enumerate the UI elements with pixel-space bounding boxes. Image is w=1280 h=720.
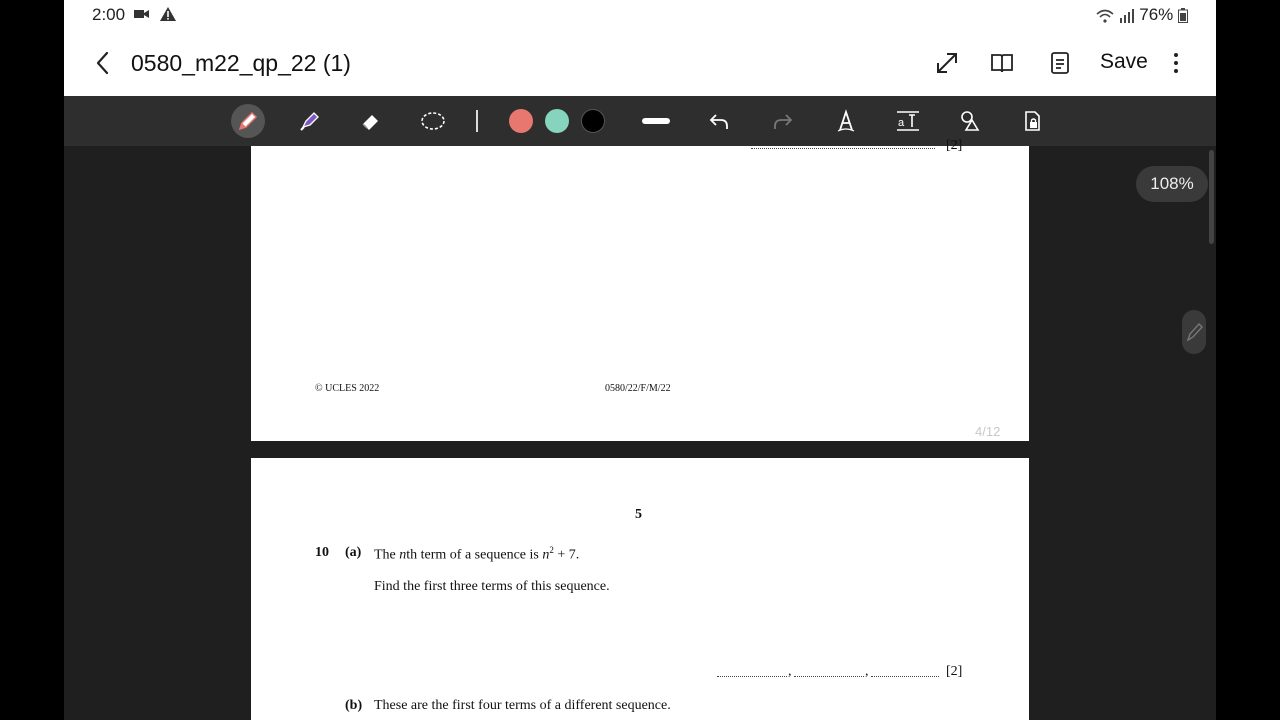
stroke-width-icon xyxy=(642,118,670,124)
part-a-mark: [2] xyxy=(946,664,963,679)
handwriting-text-button[interactable] xyxy=(829,104,863,138)
pen-tool-button[interactable] xyxy=(231,104,265,138)
part-a-text-mid: th term of a sequence is xyxy=(406,547,543,563)
page-number: 5 xyxy=(635,507,642,522)
undo-button[interactable] xyxy=(702,104,736,138)
vertical-scrollbar[interactable] xyxy=(1209,150,1214,244)
answer-separator-1: , xyxy=(788,664,792,679)
color-swatch-salmon[interactable] xyxy=(509,109,533,133)
warning-icon xyxy=(159,6,176,21)
svg-text:a: a xyxy=(898,117,905,129)
shapes-icon xyxy=(961,111,980,131)
lock-document-icon xyxy=(1025,111,1040,131)
part-b-label: (b) xyxy=(345,698,363,713)
text-box-button[interactable]: a xyxy=(891,104,925,138)
page-indicator: 4/12 xyxy=(975,424,1001,439)
lasso-tool-button[interactable] xyxy=(416,104,450,138)
annotation-toolbar: a xyxy=(64,96,1216,146)
document-outline-icon[interactable] xyxy=(1047,50,1073,76)
paper-code-footer: 0580/22/F/M/22 xyxy=(605,383,671,394)
status-right: 76% xyxy=(1096,5,1188,25)
more-options-icon[interactable] xyxy=(1168,50,1184,76)
redo-icon xyxy=(774,114,793,129)
app-bar: 0580_m22_qp_22 (1) Save xyxy=(64,30,1216,96)
document-viewport[interactable]: [2] © UCLES 2022 0580/22/F/M/22 4/12 5 1… xyxy=(64,138,1216,720)
status-bar: 2:00 76% xyxy=(64,0,1216,30)
part-a-question: The nth term of a sequence is n2 + 7. xyxy=(374,545,579,564)
part-a-instruction: Find the first three terms of this seque… xyxy=(374,579,610,594)
status-notification-icons xyxy=(134,5,176,21)
color-swatch-mint[interactable] xyxy=(545,109,569,133)
status-time: 2:00 xyxy=(92,5,126,24)
part-a-label: (a) xyxy=(345,545,362,560)
answer-line-2 xyxy=(794,676,864,677)
redo-button[interactable] xyxy=(766,104,800,138)
read-only-lock-button[interactable] xyxy=(1015,104,1049,138)
document-title: 0580_m22_qp_22 (1) xyxy=(131,50,351,76)
part-a-text-pre: The xyxy=(374,547,400,563)
stroke-width-button[interactable] xyxy=(639,104,673,138)
side-pen-handle[interactable] xyxy=(1182,310,1206,354)
eraser-icon xyxy=(362,115,378,130)
pdf-page-5: 5 10 (a) The nth term of a sequence is n… xyxy=(251,458,1029,720)
zoom-level-badge: 108% xyxy=(1136,166,1208,202)
pencil-icon xyxy=(1186,322,1203,342)
wifi-icon xyxy=(1096,9,1114,23)
mark-allocation: [2] xyxy=(946,138,963,153)
undo-icon xyxy=(709,114,728,129)
video-icon xyxy=(134,9,149,18)
answer-line xyxy=(751,148,935,149)
battery-percent: 76% xyxy=(1139,5,1174,24)
answer-line-3 xyxy=(871,676,939,677)
answer-line-1 xyxy=(717,676,787,677)
save-button[interactable]: Save xyxy=(1100,50,1148,74)
part-b-question: These are the first four terms of a diff… xyxy=(374,698,671,713)
back-arrow-icon[interactable] xyxy=(90,48,116,78)
pen-icon xyxy=(238,111,258,131)
expression-rest: + 7. xyxy=(553,547,580,563)
question-number: 10 xyxy=(315,545,329,560)
toolbar-separator xyxy=(476,110,478,132)
signal-icon xyxy=(1119,8,1134,23)
book-view-icon[interactable] xyxy=(989,50,1015,76)
pdf-page-4: [2] © UCLES 2022 0580/22/F/M/22 4/12 xyxy=(251,138,1029,441)
eraser-tool-button[interactable] xyxy=(354,104,388,138)
battery-icon xyxy=(1178,8,1188,24)
lasso-icon xyxy=(421,112,445,130)
color-swatch-black[interactable] xyxy=(581,109,605,133)
highlighter-tool-button[interactable] xyxy=(293,104,327,138)
shapes-button[interactable] xyxy=(953,104,987,138)
text-style-icon xyxy=(837,109,855,132)
copyright-footer: © UCLES 2022 xyxy=(315,383,380,394)
answer-separator-2: , xyxy=(865,664,869,679)
app-screen: 2:00 76% 0580_m22_qp_22 (1) Save a [2] ©… xyxy=(64,0,1216,720)
fullscreen-expand-icon[interactable] xyxy=(934,50,960,76)
highlighter-icon xyxy=(300,112,319,131)
text-box-icon: a xyxy=(897,111,919,131)
